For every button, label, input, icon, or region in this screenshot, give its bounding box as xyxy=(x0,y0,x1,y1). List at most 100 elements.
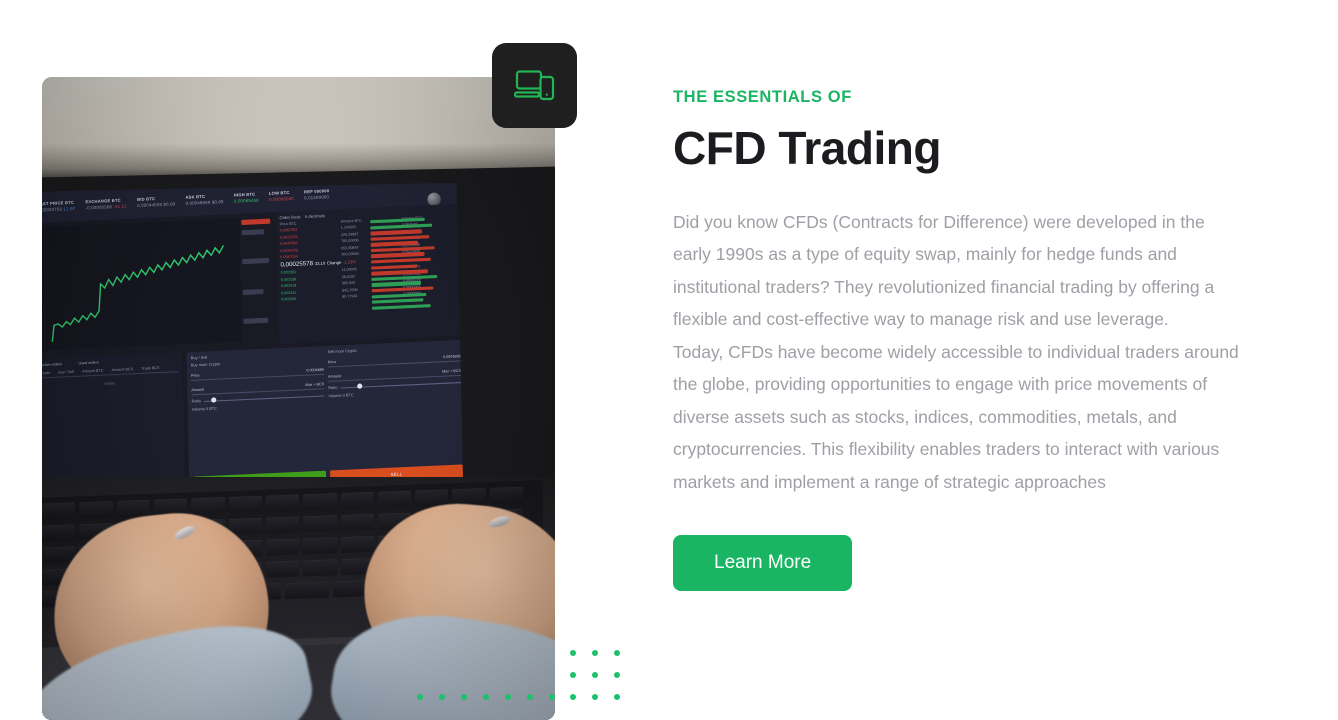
key xyxy=(191,497,225,515)
trade-row xyxy=(370,223,433,230)
trade-row xyxy=(370,229,422,236)
sell-price-field[interactable]: Price 0,0004689 xyxy=(327,351,461,368)
trade-row xyxy=(371,286,434,293)
ticker-change: $0,09 xyxy=(211,198,224,205)
trade-row xyxy=(371,264,418,270)
sell-max-label[interactable]: Max + BCS xyxy=(442,368,461,373)
key xyxy=(42,524,76,542)
trade-row xyxy=(371,257,432,264)
bid-price: 0,002541 xyxy=(281,296,297,302)
ticker-item: LAST PRICE BTC 0,00025759 12,92 xyxy=(42,200,75,213)
mid-price: 0,00025578 xyxy=(280,261,314,269)
key xyxy=(303,559,337,577)
key xyxy=(79,501,113,519)
trade-row xyxy=(371,298,424,305)
ticker-value: -0,00000566 xyxy=(85,203,113,211)
depth-bar xyxy=(242,288,264,296)
key xyxy=(377,490,412,508)
key xyxy=(265,538,300,556)
depth-bar xyxy=(241,229,265,236)
recent-trades-list xyxy=(370,216,460,312)
ticker-value: 0,01400000 xyxy=(304,194,330,201)
trade-row xyxy=(370,246,435,253)
ticker-change: 12,92 xyxy=(63,205,76,212)
devices-badge xyxy=(492,43,577,128)
sell-volume-label: Volume 0 BTC xyxy=(328,393,354,399)
buy-volume-label: Volume 0 BTC xyxy=(191,406,218,412)
learn-more-button[interactable]: Learn More xyxy=(673,535,853,592)
ticker-value: 0,00046559 xyxy=(185,199,211,206)
order-book-title: Order Book xyxy=(279,214,301,221)
trade-row xyxy=(370,234,430,241)
cfd-trading-section: LAST PRICE BTC 0,00025759 12,92 EXCHANGE… xyxy=(0,0,1338,720)
trade-row xyxy=(371,281,422,287)
buy-amount-field[interactable]: Amount Max + BCS xyxy=(191,378,325,396)
ticker-value: 0,00000000 xyxy=(268,195,294,202)
key xyxy=(265,494,300,512)
price-chart-line xyxy=(51,245,225,342)
order-book-decimals: 6 decimals xyxy=(305,213,325,220)
key xyxy=(265,516,300,534)
buy-max-label[interactable]: Max + BCS xyxy=(305,382,324,387)
change-label: Change xyxy=(326,260,342,266)
mid-amount: 33,10 xyxy=(314,260,326,267)
ticker-change: -51,21 xyxy=(113,203,127,210)
page-title: CFD Trading xyxy=(673,122,941,174)
sell-slider-track[interactable] xyxy=(340,381,462,390)
sell-amount-field[interactable]: Amount Max + BCS xyxy=(328,365,461,382)
orders-col: Buy / Sell xyxy=(58,369,75,375)
media-column: LAST PRICE BTC 0,00025759 12,92 EXCHANGE… xyxy=(42,40,632,720)
key xyxy=(303,537,337,555)
orders-col: Amount BTC xyxy=(82,368,104,374)
sell-price-label: Price xyxy=(327,359,337,364)
buy-price-field[interactable]: Price 0,0004689 xyxy=(190,364,324,381)
ticker-item: HIGH BTC 0,00065458 xyxy=(234,192,259,205)
depth-bars xyxy=(241,216,274,341)
price-chart xyxy=(42,217,242,351)
key xyxy=(228,495,262,514)
trade-row xyxy=(371,269,428,276)
key xyxy=(489,486,524,504)
buy-price-label: Price xyxy=(191,372,200,378)
ticker-item: ASK BTC 0,00046559 $0,09 xyxy=(185,193,223,206)
buy-sell-panel: Buy / Sell Buy more Crypto Price 0,00046… xyxy=(186,339,464,495)
key xyxy=(303,493,337,511)
key xyxy=(116,499,150,517)
sell-price-value: 0,0004689 xyxy=(443,353,461,359)
orders-col: Trade BCS xyxy=(141,365,160,371)
ring xyxy=(487,514,512,530)
ask-price: 0,0047034 xyxy=(280,254,298,260)
eyebrow-label: THE ESSENTIALS OF xyxy=(673,88,852,106)
ticker-item: LOW BTC 0,00000000 xyxy=(269,190,294,203)
buy-slider-knob[interactable] xyxy=(211,397,217,404)
orders-col: Amount BCS xyxy=(111,367,134,373)
key xyxy=(340,535,374,554)
key xyxy=(265,560,300,578)
orders-columns: Trade Buy / Sell Amount BTC Amount BCS T… xyxy=(42,364,179,379)
orders-panel: Active orders Used orders Trade Buy / Se… xyxy=(42,352,186,496)
buy-slider-track[interactable] xyxy=(203,395,325,404)
ticker-item: REF 000000 0,01400000 xyxy=(304,189,329,202)
trade-row xyxy=(370,241,419,247)
orders-tab[interactable]: Active orders xyxy=(42,362,62,367)
laptop-and-phone-icon xyxy=(513,69,554,100)
sell-ratio-label: Ratio xyxy=(328,385,338,391)
sell-slider-knob[interactable] xyxy=(357,383,363,390)
trade-row xyxy=(371,303,431,310)
trading-photo: LAST PRICE BTC 0,00025759 12,92 EXCHANGE… xyxy=(42,77,555,720)
paragraph-two: Today, CFDs have become widely accessibl… xyxy=(673,341,1239,492)
sell-amount-label: Amount xyxy=(328,373,341,379)
depth-bar xyxy=(242,257,270,265)
paragraph-one: Did you know CFDs (Contracts for Differe… xyxy=(673,211,1215,330)
ring xyxy=(172,523,197,542)
ticker-value: 0,00044508 xyxy=(137,201,163,208)
ticker-value: 0,00065458 xyxy=(233,197,259,204)
key xyxy=(303,515,337,533)
change-value: -1,32% xyxy=(342,259,357,266)
order-book-panel: Order Book 6 decimals Price BTC Amount B… xyxy=(276,203,464,344)
orders-tab[interactable]: Used orders xyxy=(78,360,98,365)
depth-bar xyxy=(241,218,271,226)
buy-price-value: 0,0004689 xyxy=(306,367,324,373)
depth-bar xyxy=(243,317,269,324)
key xyxy=(42,502,76,520)
